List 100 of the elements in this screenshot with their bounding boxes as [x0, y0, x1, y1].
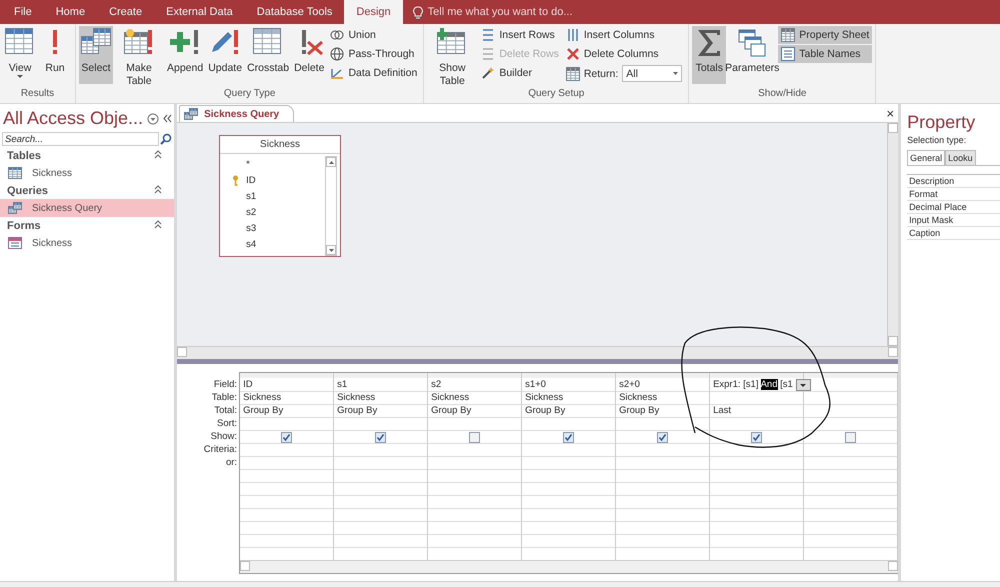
ribbon-button[interactable]: Parameters — [727, 26, 778, 84]
ribbon-button[interactable]: Property Sheet — [778, 26, 872, 44]
nav-item[interactable]: Sickness Query — [0, 199, 174, 217]
ribbon-button[interactable]: Make Table — [114, 26, 164, 84]
section-header[interactable]: Forms — [7, 220, 41, 232]
dropdown-icon[interactable] — [147, 112, 160, 124]
field-cell[interactable]: s1 — [337, 379, 348, 391]
grid-cell[interactable]: Sickness — [431, 392, 470, 404]
nav-item[interactable]: Sickness — [0, 234, 174, 252]
rows-icon — [481, 47, 496, 61]
table-icon — [566, 66, 580, 80]
row-label: Show: — [210, 430, 238, 443]
nav-item-label: Sickness — [32, 238, 72, 248]
ribbon-button[interactable]: Builder — [478, 64, 562, 82]
checkbox[interactable] — [845, 432, 856, 442]
scrollbar[interactable] — [325, 156, 338, 256]
scrollbar[interactable] — [240, 560, 898, 573]
property-name: Caption — [907, 227, 1000, 240]
windows-icon — [737, 28, 768, 58]
field-cell[interactable]: s1+0 — [525, 379, 546, 391]
down-arrow-icon[interactable] — [328, 248, 334, 252]
checkbox[interactable] — [751, 432, 762, 442]
checkbox[interactable] — [469, 432, 480, 442]
ribbon-button[interactable]: Crosstab — [245, 26, 292, 84]
field-name[interactable]: s2 — [246, 206, 256, 218]
grid-cell[interactable]: Group By — [243, 405, 284, 417]
collapse-icon[interactable] — [154, 150, 162, 159]
property-sheet-title: Property — [907, 112, 976, 133]
grid-cell[interactable]: Group By — [619, 405, 660, 417]
property-name: Description — [907, 175, 1000, 188]
grid-cell[interactable]: Group By — [431, 405, 472, 417]
search-field[interactable]: Search... — [2, 132, 160, 146]
row-label: Field: — [214, 378, 238, 391]
ribbon-button[interactable]: Run — [38, 26, 72, 84]
return-dropdown[interactable]: All — [622, 65, 682, 82]
ribbon-tab[interactable]: Database Tools — [244, 0, 344, 24]
ribbon-button[interactable]: Show Table — [427, 26, 478, 84]
ribbon-button[interactable]: Append — [165, 26, 206, 84]
row-label: or: — [226, 456, 238, 469]
ribbon-tab[interactable]: Home — [44, 0, 98, 24]
ribbon-button[interactable]: View — [3, 26, 37, 84]
grid-cell[interactable]: Sickness — [525, 392, 564, 404]
search-icon[interactable] — [159, 132, 172, 146]
field-name[interactable]: s1 — [246, 190, 256, 202]
field-cell[interactable]: s2+0 — [619, 379, 640, 391]
ribbon-button[interactable]: Pass-Through — [327, 45, 420, 63]
collapse-icon[interactable] — [154, 185, 162, 194]
field-cell[interactable]: Expr1: [s1] And [s1 — [713, 379, 793, 391]
ribbon-button[interactable]: Insert Columns — [562, 26, 686, 44]
ribbon-tab[interactable]: Design — [344, 0, 403, 24]
group-label: Query Type — [222, 87, 276, 99]
ribbon-button[interactable]: Totals — [692, 26, 726, 84]
field-name[interactable]: s3 — [246, 222, 256, 234]
ribbon-tab[interactable]: Create — [97, 0, 154, 24]
section-header[interactable]: Tables — [7, 150, 42, 162]
query-icon — [184, 108, 198, 120]
scrollbar[interactable] — [887, 123, 898, 346]
table-field-list[interactable]: Sickness * ID s1 s2 s3 s4 — [219, 135, 342, 257]
section-header[interactable]: Queries — [7, 185, 48, 197]
grid-cell[interactable]: Group By — [525, 405, 566, 417]
nav-item[interactable]: Sickness — [0, 164, 174, 182]
collapse-icon[interactable] — [154, 220, 162, 229]
up-arrow-icon[interactable] — [328, 160, 334, 164]
collapse-icon[interactable] — [163, 114, 172, 123]
close-button[interactable]: × — [880, 105, 898, 122]
checkbox[interactable] — [563, 432, 574, 442]
scrollbar[interactable] — [177, 346, 898, 359]
grid-cell[interactable]: Group By — [337, 405, 378, 417]
field-cell[interactable]: ID — [243, 379, 253, 391]
field-name[interactable]: * — [246, 158, 250, 170]
ribbon-button[interactable]: Data Definition — [327, 64, 420, 82]
ribbon-tab[interactable]: File — [2, 0, 44, 24]
ribbon-button[interactable]: Delete Columns — [562, 45, 686, 63]
grid-cell[interactable]: Sickness — [337, 392, 376, 404]
field-cell[interactable]: s2 — [431, 379, 442, 391]
ribbon-button[interactable]: Delete — [292, 26, 326, 84]
checkbox[interactable] — [281, 432, 292, 442]
document-tab[interactable]: Sickness Query — [179, 105, 294, 122]
grid-cell[interactable]: Sickness — [243, 392, 282, 404]
field-name[interactable]: ID — [246, 174, 256, 186]
grid-cell[interactable]: Sickness — [619, 392, 658, 404]
checkbox[interactable] — [657, 432, 668, 442]
property-name: Input Mask — [907, 214, 1000, 227]
rows-icon — [481, 28, 496, 42]
field-name[interactable]: s4 — [246, 238, 256, 250]
ribbon-button[interactable]: Table Names — [778, 45, 872, 63]
grid-cell[interactable]: Last — [713, 405, 732, 417]
ribbon-button[interactable]: Insert Rows — [478, 26, 562, 44]
ribbon-tab[interactable]: External Data — [154, 0, 245, 24]
wand-icon — [481, 66, 496, 80]
checkbox[interactable] — [375, 432, 386, 442]
ribbon-button[interactable]: Update — [206, 26, 244, 84]
property-name: Format — [907, 188, 1000, 201]
rings-icon — [330, 28, 344, 42]
ribbon-button[interactable]: Union — [327, 26, 420, 44]
property-tab[interactable]: General — [907, 150, 946, 165]
ribbon-button[interactable]: Select — [79, 26, 113, 84]
columns-icon — [566, 28, 580, 42]
tell-me-field[interactable]: Tell me what you want to do... — [428, 6, 573, 18]
property-tab[interactable]: Looku — [945, 150, 976, 165]
